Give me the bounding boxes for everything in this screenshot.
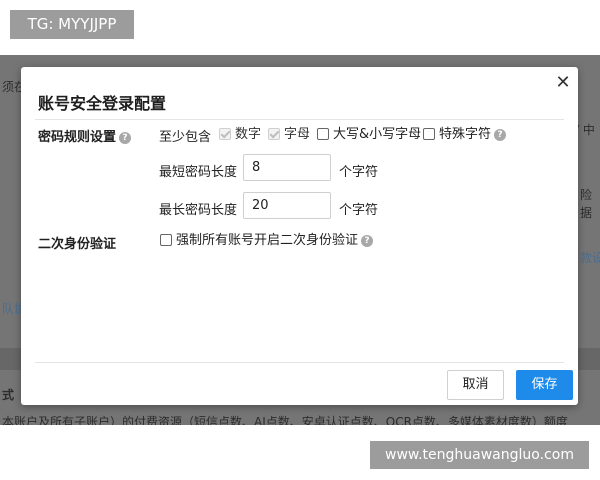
option-digits-label: 数字 — [235, 127, 262, 142]
option-upper-lower[interactable]: 大写&小写字母 — [317, 127, 421, 143]
max-length-input[interactable]: 20 — [243, 192, 331, 219]
option-special-chars-label: 特殊字符 — [439, 127, 492, 142]
password-rules-label-text: 密码规则设置 — [38, 130, 117, 145]
password-rules-label: 密码规则设置? — [38, 126, 132, 145]
footer-divider — [35, 362, 564, 363]
question-circle-icon[interactable]: ? — [119, 132, 132, 144]
bg-text-fragment: 据 — [580, 206, 593, 220]
question-circle-icon[interactable]: ? — [361, 235, 374, 247]
bg-link-fragment[interactable]: 款设 — [580, 249, 600, 266]
min-length-unit: 个字符 — [339, 165, 379, 180]
watermark-top: TG: MYYJJPP — [10, 10, 134, 39]
option-digits: 数字 — [219, 127, 261, 143]
two-factor-label: 二次身份验证 — [38, 237, 117, 252]
checkbox-letters — [268, 128, 280, 140]
at-least-label: 至少包含 — [159, 130, 212, 145]
question-circle-icon[interactable]: ? — [494, 129, 507, 141]
min-length-input[interactable]: 8 — [243, 154, 331, 181]
option-upper-lower-label: 大写&小写字母 — [333, 127, 422, 142]
title-divider — [35, 119, 564, 120]
min-length-label: 最短密码长度 — [159, 165, 238, 180]
checkbox-force-two-factor[interactable] — [160, 234, 172, 246]
checkbox-upper-lower[interactable] — [317, 128, 329, 140]
page: TG: MYYJJPP 须在 / 中 险 据 款设 队协 式 本账户及所有子账户… — [0, 0, 600, 480]
option-letters-label: 字母 — [284, 127, 311, 142]
max-length-label: 最长密码长度 — [159, 203, 238, 218]
bg-text-fragment: 式 — [2, 388, 15, 402]
watermark-bottom: www.tenghuawangluo.com — [370, 441, 589, 469]
bg-text-fragment: 险 — [580, 188, 593, 202]
dialog-title: 账号安全登录配置 — [38, 94, 167, 113]
security-login-config-dialog: 账号安全登录配置 ✕ 密码规则设置? 至少包含 数字 字母 大写&小写字母 特殊… — [21, 67, 578, 405]
option-special-chars[interactable]: 特殊字符? — [423, 127, 507, 143]
bg-text-fragment: 本账户及所有子账户）的付费资源（短信点数、AI点数、安卓认证点数、OCR点数、多… — [2, 415, 568, 425]
checkbox-digits — [219, 128, 231, 140]
max-length-unit: 个字符 — [339, 203, 379, 218]
close-icon[interactable]: ✕ — [553, 72, 573, 94]
option-force-two-factor[interactable]: 强制所有账号开启二次身份验证? — [160, 233, 374, 249]
option-letters: 字母 — [268, 127, 310, 143]
checkbox-special-chars[interactable] — [423, 128, 435, 140]
cancel-button[interactable]: 取消 — [447, 370, 504, 400]
option-force-two-factor-label: 强制所有账号开启二次身份验证 — [176, 233, 359, 248]
save-button[interactable]: 保存 — [516, 370, 573, 400]
